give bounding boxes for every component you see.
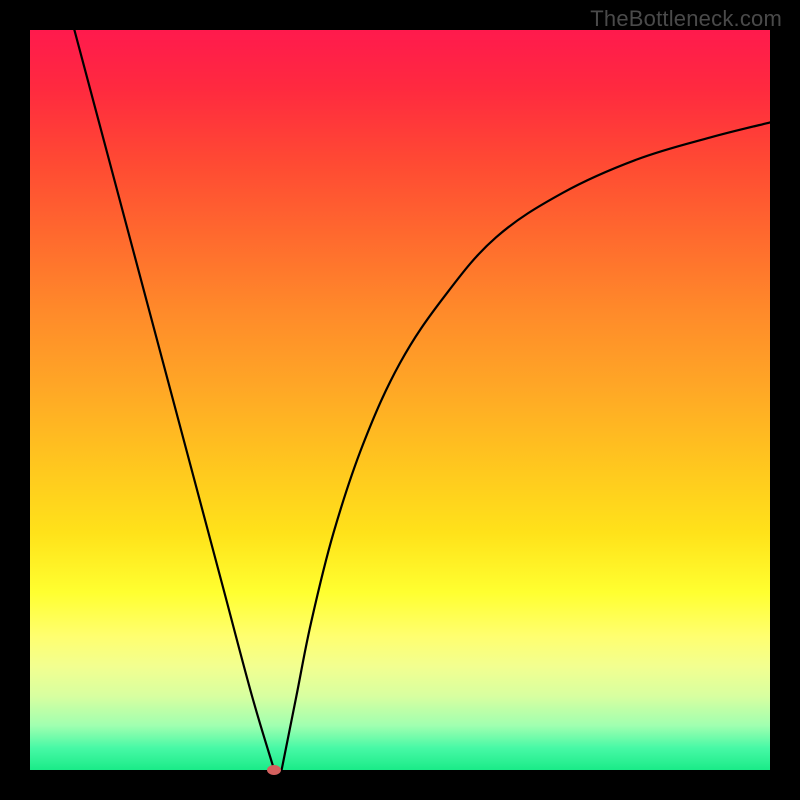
watermark-text: TheBottleneck.com (590, 6, 782, 32)
plot-area (30, 30, 770, 770)
bottleneck-curve (30, 30, 770, 770)
bottleneck-marker (267, 765, 281, 775)
